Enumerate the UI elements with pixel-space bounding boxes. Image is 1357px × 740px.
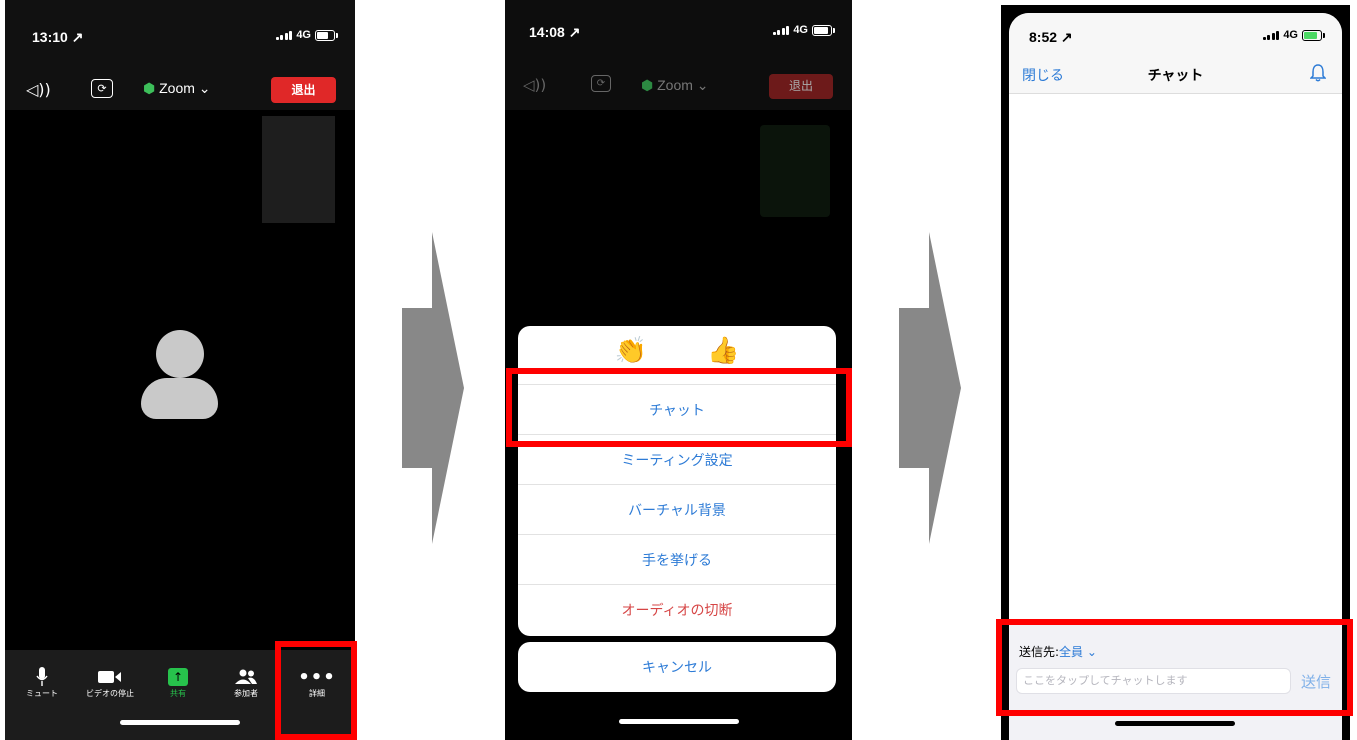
thumbs-up-reaction-icon[interactable]: 👍 — [707, 336, 739, 366]
signal-icon — [1262, 30, 1280, 40]
home-indicator — [619, 719, 739, 724]
mute-button[interactable]: ミュート — [12, 666, 72, 699]
avatar-head-icon — [156, 330, 204, 378]
status-indicators: 4G — [772, 24, 835, 36]
clap-reaction-icon[interactable]: 👏 — [615, 336, 647, 366]
leave-button[interactable]: 退出 — [769, 74, 833, 99]
battery-icon — [812, 24, 835, 36]
avatar-body-icon — [141, 378, 218, 419]
share-icon: ↑ — [148, 666, 208, 688]
camera-switch-icon[interactable]: ⟳ — [91, 79, 113, 98]
highlight-chat-composer — [996, 619, 1353, 716]
menu-item-raise-hand[interactable]: 手を挙げる — [518, 534, 836, 585]
menu-item-disconnect-audio[interactable]: オーディオの切断 — [518, 584, 836, 635]
status-indicators: 4G — [275, 29, 338, 41]
self-video-thumbnail[interactable] — [262, 116, 335, 223]
step-arrow-2-icon — [899, 232, 961, 544]
microphone-icon — [12, 666, 72, 688]
status-time: 13:10 ↗ — [32, 29, 84, 45]
meeting-name[interactable]: ⬢ Zoom ⌄ — [641, 77, 709, 94]
self-video-thumbnail[interactable] — [760, 125, 830, 217]
video-camera-icon — [80, 666, 140, 688]
signal-icon — [772, 25, 790, 35]
shield-icon: ⬢ — [641, 77, 654, 93]
share-label: 共有 — [170, 689, 186, 698]
leave-button[interactable]: 退出 — [271, 77, 336, 103]
highlight-chat-menu-item — [506, 368, 852, 447]
speaker-icon[interactable]: ◁)) — [26, 80, 51, 99]
stop-video-button[interactable]: ビデオの停止 — [80, 666, 140, 699]
participants-button[interactable]: 参加者 — [216, 666, 276, 699]
meeting-name[interactable]: ⬢ Zoom ⌄ — [143, 80, 211, 97]
signal-icon — [275, 30, 293, 40]
home-indicator — [120, 720, 240, 725]
speaker-icon[interactable]: ◁)) — [523, 76, 546, 94]
status-indicators: 4G — [1262, 29, 1325, 41]
shield-icon: ⬢ — [143, 80, 156, 96]
battery-icon — [315, 29, 338, 41]
share-button[interactable]: ↑ 共有 — [148, 666, 208, 699]
menu-item-virtual-background[interactable]: バーチャル背景 — [518, 484, 836, 535]
bell-icon[interactable] — [1309, 64, 1327, 86]
chat-title: チャット — [1147, 68, 1204, 84]
mute-label: ミュート — [26, 689, 58, 698]
camera-switch-icon[interactable]: ⟳ — [591, 75, 611, 92]
stop-video-label: ビデオの停止 — [86, 689, 134, 698]
status-time: 14:08 ↗ — [529, 24, 581, 40]
participants-label: 参加者 — [234, 689, 258, 698]
participants-icon — [216, 666, 276, 688]
highlight-more-button — [275, 641, 357, 740]
home-indicator — [1115, 721, 1235, 726]
status-time: 8:52 ↗ — [1029, 29, 1073, 45]
cancel-button[interactable]: キャンセル — [518, 642, 836, 692]
phone-meeting-screen: 13:10 ↗ 4G ◁)) ⟳ ⬢ Zoom ⌄ 退出 ミュート ビデオの停止… — [5, 0, 355, 740]
battery-icon — [1302, 29, 1325, 41]
step-arrow-1-icon — [402, 232, 464, 544]
